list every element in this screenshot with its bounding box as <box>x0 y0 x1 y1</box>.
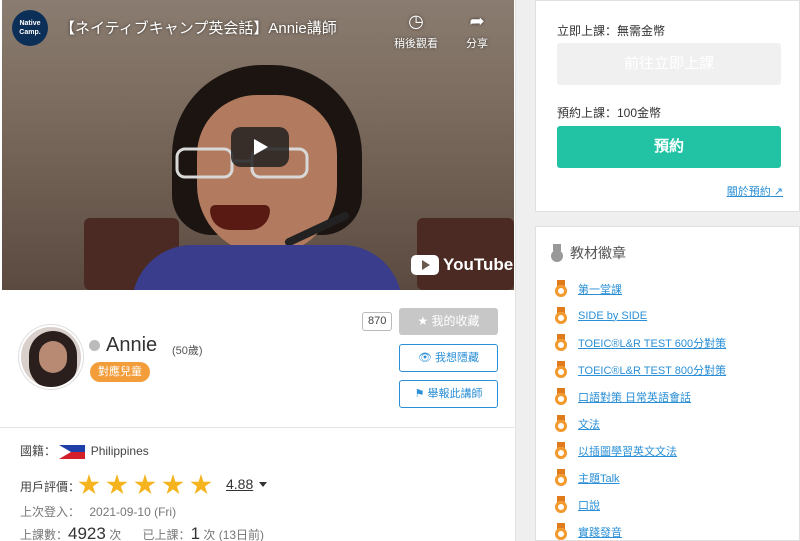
video-teacher-image <box>132 55 402 290</box>
medal-icon <box>554 469 568 486</box>
list-item: 實踐發音 <box>554 518 726 541</box>
youtube-logo[interactable]: YouTube <box>411 255 513 275</box>
play-button[interactable] <box>231 127 289 167</box>
medal-icon <box>554 523 568 540</box>
list-item: TOEIC®L&R TEST 600分對策 <box>554 329 726 356</box>
rating-stars <box>78 474 212 496</box>
divider <box>0 427 515 428</box>
share-arrow-icon: ➦ <box>469 11 485 31</box>
nationality-row: 國籍： Philippines <box>20 444 149 459</box>
philippines-flag-icon <box>59 444 86 459</box>
material-link[interactable]: 以插圖學習英文文法 <box>578 443 677 459</box>
medal-icon <box>554 496 568 513</box>
flag-icon: ⚑ <box>414 388 425 400</box>
lessons-count: 4923 <box>68 524 106 541</box>
list-item: 口語對策 日常英語會話 <box>554 383 726 410</box>
star-icon <box>162 474 184 495</box>
material-link[interactable]: SIDE by SIDE <box>578 310 647 322</box>
list-item: 文法 <box>554 410 726 437</box>
star-icon <box>106 474 128 495</box>
caret-down-icon[interactable] <box>259 482 267 487</box>
about-reservation-link[interactable]: 關於預約 ↗ <box>727 183 783 199</box>
share-button[interactable]: ➦ 分享 <box>466 10 488 51</box>
material-link[interactable]: 實踐發音 <box>578 524 622 540</box>
star-icon <box>78 474 100 495</box>
star-icon: ★ <box>417 314 429 328</box>
watch-later-button[interactable]: ◷ 稍後觀看 <box>394 10 438 51</box>
video-title[interactable]: 【ネイティブキャンプ英会話】Annie講師 <box>60 17 337 38</box>
medal-icon <box>554 361 568 378</box>
list-item: TOEIC®L&R TEST 800分對策 <box>554 356 726 383</box>
taken-count: 1 <box>190 524 201 541</box>
youtube-icon <box>411 255 439 275</box>
medal-icon <box>554 442 568 459</box>
intro-video[interactable]: Native Camp. 【ネイティブキャンプ英会話】Annie講師 ◷ 稍後觀… <box>2 0 514 290</box>
eye-slash-icon: 👁 <box>417 352 432 364</box>
last-login-row: 上次登入： 2021-09-10 (Fri) <box>20 505 177 519</box>
chair-right <box>417 218 514 290</box>
material-link[interactable]: 口語對策 日常英語會話 <box>578 389 691 405</box>
rating-label: 用戶評價： <box>20 480 81 494</box>
list-item: 主題Talk <box>554 464 726 491</box>
report-teacher-button[interactable]: ⚑ 舉報此講師 <box>399 380 498 408</box>
material-link[interactable]: 第一堂課 <box>578 281 622 297</box>
list-item: 第一堂課 <box>554 275 726 302</box>
teacher-panel: Native Camp. 【ネイティブキャンプ英会話】Annie講師 ◷ 稍後觀… <box>0 0 516 541</box>
teacher-name: Annie <box>106 334 158 356</box>
medal-icon <box>554 280 568 297</box>
avatar[interactable] <box>19 325 83 389</box>
channel-logo-icon[interactable]: Native Camp. <box>12 10 48 46</box>
material-badges-title: 教材徽章 <box>550 243 626 263</box>
material-link[interactable]: TOEIC®L&R TEST 600分對策 <box>578 335 726 351</box>
external-link-icon: ↗ <box>773 186 783 198</box>
reserve-lesson-label: 預約上課：100金幣 <box>557 106 662 120</box>
star-icon <box>190 474 212 495</box>
rating-value[interactable]: 4.88 <box>226 476 253 492</box>
medal-icon <box>554 415 568 432</box>
material-badges-card: 教材徽章 第一堂課 SIDE by SIDE TOEIC®L&R TEST 60… <box>535 226 800 541</box>
favorite-count: 870 <box>362 312 393 331</box>
material-link[interactable]: 口說 <box>578 497 600 513</box>
kids-badge: 對應兒童 <box>90 362 150 382</box>
material-link[interactable]: 文法 <box>578 416 600 432</box>
list-item: SIDE by SIDE <box>554 302 726 329</box>
instant-lesson-button[interactable]: 前往立即上課 <box>557 43 781 85</box>
material-link[interactable]: TOEIC®L&R TEST 800分對策 <box>578 362 726 378</box>
material-link[interactable]: 主題Talk <box>578 470 620 486</box>
online-status-dot <box>89 340 100 351</box>
hide-teacher-button[interactable]: 👁 我想隱藏 <box>399 344 498 372</box>
booking-card: 立即上課：無需金幣 前往立即上課 預約上課：100金幣 預約 關於預約 ↗ <box>535 0 800 212</box>
medal-icon <box>550 244 564 262</box>
medal-icon <box>554 307 568 324</box>
medal-icon <box>554 334 568 351</box>
lessons-row: 上課數：4923 次 已上課：1 次 (13日前) <box>20 524 265 541</box>
instant-lesson-label: 立即上課：無需金幣 <box>557 24 666 38</box>
clock-icon: ◷ <box>408 11 424 31</box>
reserve-button[interactable]: 預約 <box>557 126 781 168</box>
star-icon <box>134 474 156 495</box>
material-badge-list: 第一堂課 SIDE by SIDE TOEIC®L&R TEST 600分對策 … <box>554 275 726 541</box>
teacher-age: (50歲) <box>172 345 203 357</box>
medal-icon <box>554 388 568 405</box>
favorite-button[interactable]: ★ 我的收藏 <box>399 308 498 335</box>
list-item: 以插圖學習英文文法 <box>554 437 726 464</box>
list-item: 口說 <box>554 491 726 518</box>
